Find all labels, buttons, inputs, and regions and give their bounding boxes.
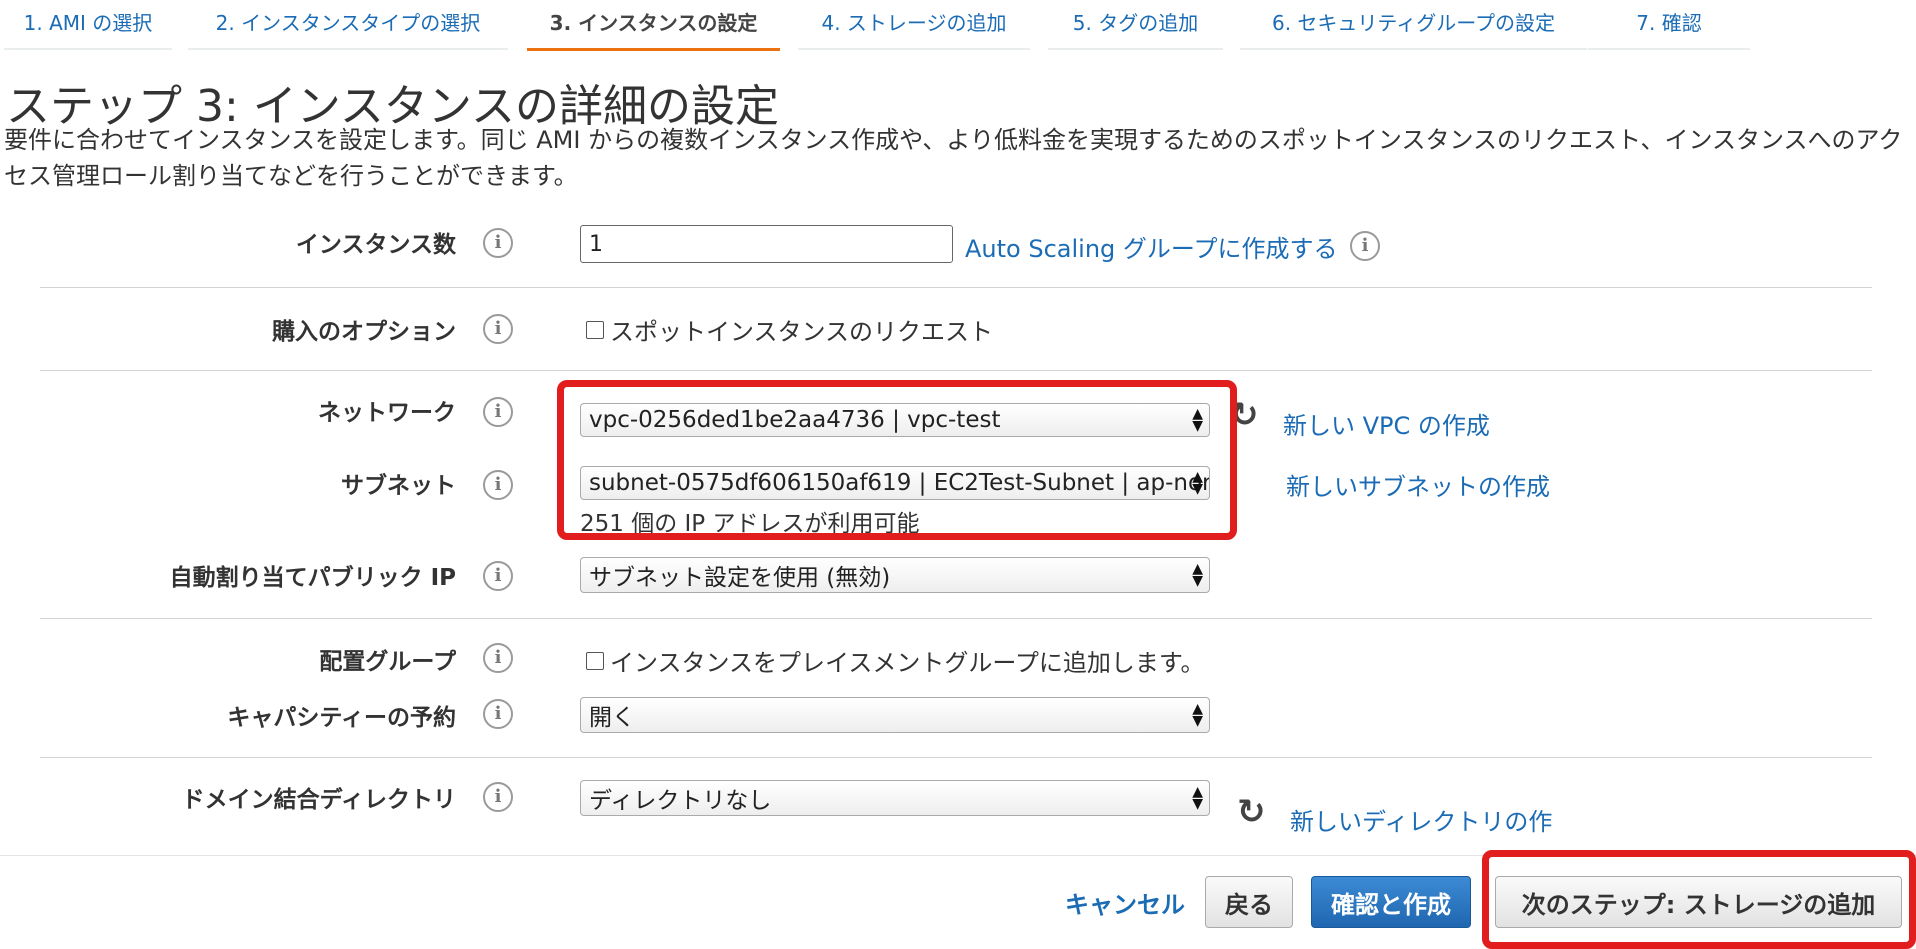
divider [40,757,1872,758]
tab-instance-config[interactable]: 3. インスタンスの設定 [527,0,780,51]
footer-bar: キャンセル 戻る 確認と作成 次のステップ: ストレージの追加 [0,850,1916,949]
autoscaling-link[interactable]: Auto Scaling グループに作成する [965,229,1337,264]
info-icon[interactable]: i [483,397,513,427]
network-label: ネットワーク [318,400,456,426]
subnet-label: サブネット [341,473,456,499]
info-icon[interactable]: i [483,643,513,673]
select-arrows-icon: ▲ ▼ [1192,561,1203,589]
create-vpc-link[interactable]: 新しい VPC の作成 [1283,406,1490,441]
info-icon[interactable]: i [483,314,513,344]
info-icon[interactable]: i [483,782,513,812]
info-icon[interactable]: i [483,470,513,500]
purchase-option-label: 購入のオプション [272,319,456,345]
instance-count-label: インスタンス数 [295,232,456,258]
domain-join-label: ドメイン結合ディレクトリ [181,787,456,813]
tab-instance-type[interactable]: 2. インスタンスタイプの選択 [188,0,508,50]
create-directory-link[interactable]: 新しいディレクトリの作 [1290,802,1552,837]
divider [40,370,1872,371]
review-and-launch-button[interactable]: 確認と作成 [1311,876,1471,928]
divider [40,287,1872,288]
capacity-reservation-label: キャパシティーの予約 [227,705,456,731]
create-subnet-link[interactable]: 新しいサブネットの作成 [1286,467,1550,502]
public-ip-value: サブネット設定を使用 (無効) [589,565,891,591]
public-ip-select[interactable]: サブネット設定を使用 (無効) ▲ ▼ [580,557,1210,593]
checkbox-box[interactable] [586,651,604,670]
domain-join-select[interactable]: ディレクトリなし ▲ ▼ [580,780,1210,816]
page-description: 要件に合わせてインスタンスを設定します。同じ AMI からの複数インスタンス作成… [4,126,1903,190]
info-icon[interactable]: i [483,228,513,258]
placement-group-checkbox-label: インスタンスをプレイスメントグループに追加します。 [610,649,1205,677]
tab-tags[interactable]: 5. タグの追加 [1048,0,1223,50]
back-button[interactable]: 戻る [1205,876,1293,928]
tab-ami[interactable]: 1. AMI の選択 [4,0,172,50]
info-icon[interactable]: i [483,561,513,591]
highlight-box [1482,850,1916,949]
select-arrows-icon: ▲ ▼ [1192,784,1203,812]
spot-request-checkbox[interactable]: スポットインスタンスのリクエスト [586,312,993,347]
capacity-reservation-select[interactable]: 開く ▲ ▼ [580,697,1210,733]
domain-join-value: ディレクトリなし [589,788,772,814]
info-icon[interactable]: i [1350,231,1380,261]
tab-security-group[interactable]: 6. セキュリティグループの設定 [1240,0,1587,50]
spot-request-label: スポットインスタンスのリクエスト [610,318,994,346]
instance-count-input[interactable]: 1 [580,225,953,263]
highlight-box [557,380,1237,540]
placement-group-checkbox[interactable]: インスタンスをプレイスメントグループに追加します。 [586,643,1204,678]
select-arrows-icon: ▲ ▼ [1192,701,1203,729]
refresh-icon[interactable]: ↻ [1237,792,1266,832]
wizard-steps-nav: 1. AMI の選択 2. インスタンスタイプの選択 3. インスタンスの設定 … [0,0,1760,51]
divider [40,618,1872,619]
checkbox-box[interactable] [586,320,604,339]
info-icon[interactable]: i [483,699,513,729]
tab-storage[interactable]: 4. ストレージの追加 [798,0,1030,50]
cancel-button[interactable]: キャンセル [1045,876,1205,928]
public-ip-label: 自動割り当てパブリック IP [169,565,456,591]
tab-review[interactable]: 7. 確認 [1588,0,1750,50]
placement-group-label: 配置グループ [319,649,456,675]
capacity-reservation-value: 開く [589,705,635,731]
